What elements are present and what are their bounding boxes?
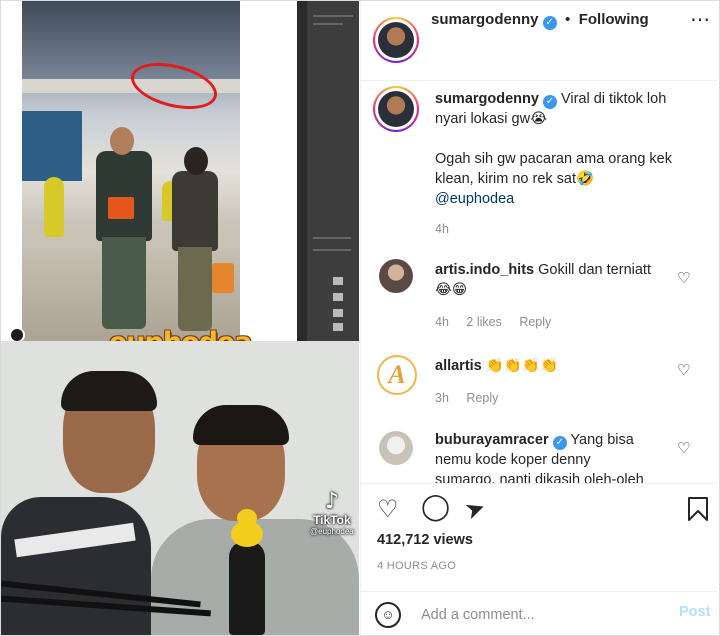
avatar[interactable]	[379, 431, 413, 465]
mall-photo	[22, 1, 240, 341]
author-username[interactable]: sumargodenny	[431, 11, 539, 28]
views-count[interactable]: 412,712 views	[377, 532, 473, 548]
caption-author[interactable]: sumargodenny	[435, 91, 539, 107]
emoji-icon[interactable]: ☺	[375, 602, 401, 628]
comment-input[interactable]	[421, 604, 661, 626]
microphone	[229, 541, 265, 635]
comment-composer: ☺ Post	[361, 591, 720, 635]
like-comment-icon[interactable]: ♡	[677, 269, 690, 287]
avatar[interactable]	[378, 91, 414, 127]
save-bookmark-icon[interactable]	[687, 496, 709, 527]
author-avatar[interactable]	[378, 22, 414, 58]
reply-button[interactable]: Reply	[466, 391, 498, 405]
following-button[interactable]: Following	[579, 11, 649, 28]
avatar[interactable]: A	[377, 355, 417, 395]
like-heart-icon[interactable]: ♡	[377, 496, 399, 522]
reply-button[interactable]: Reply	[519, 315, 551, 329]
comments-list[interactable]: sumargodenny ✓ Viral di tiktok loh nyari …	[361, 81, 720, 483]
post-button[interactable]: Post	[679, 604, 710, 620]
verified-badge-icon: ✓	[542, 16, 557, 30]
verified-badge-icon: ✓	[542, 95, 557, 109]
caption-time: 4h	[435, 222, 449, 236]
post-sidebar: sumargodenny ✓ • Following ⋯ sumargodenny…	[360, 1, 720, 635]
tiktok-watermark: ♪ TikTok @euphodea	[310, 489, 354, 537]
video-top-screenshot	[1, 1, 359, 343]
share-paper-plane-icon[interactable]: ➤	[461, 492, 489, 525]
like-comment-icon[interactable]: ♡	[677, 361, 690, 379]
verified-badge-icon: ✓	[552, 436, 567, 450]
tiktok-icon: ♪	[324, 489, 339, 514]
post-time: 4 HOURS AGO	[377, 560, 457, 572]
post-media[interactable]: euphodea ♪ TikTok @euphodea	[1, 1, 359, 635]
comment-bubble-icon[interactable]: ◯	[421, 494, 450, 520]
mention-link[interactable]: @euphodea	[435, 191, 514, 207]
post-header: sumargodenny ✓ • Following ⋯	[361, 1, 720, 81]
likes-count[interactable]: 2 likes	[466, 315, 501, 329]
more-options-icon[interactable]: ⋯	[690, 7, 711, 32]
avatar[interactable]	[379, 259, 413, 293]
video-reaction: ♪ TikTok @euphodea	[1, 341, 359, 635]
post-actions: ♡ ◯ ➤ 412,712 views 4 HOURS AGO	[361, 483, 720, 591]
like-comment-icon[interactable]: ♡	[677, 439, 690, 457]
